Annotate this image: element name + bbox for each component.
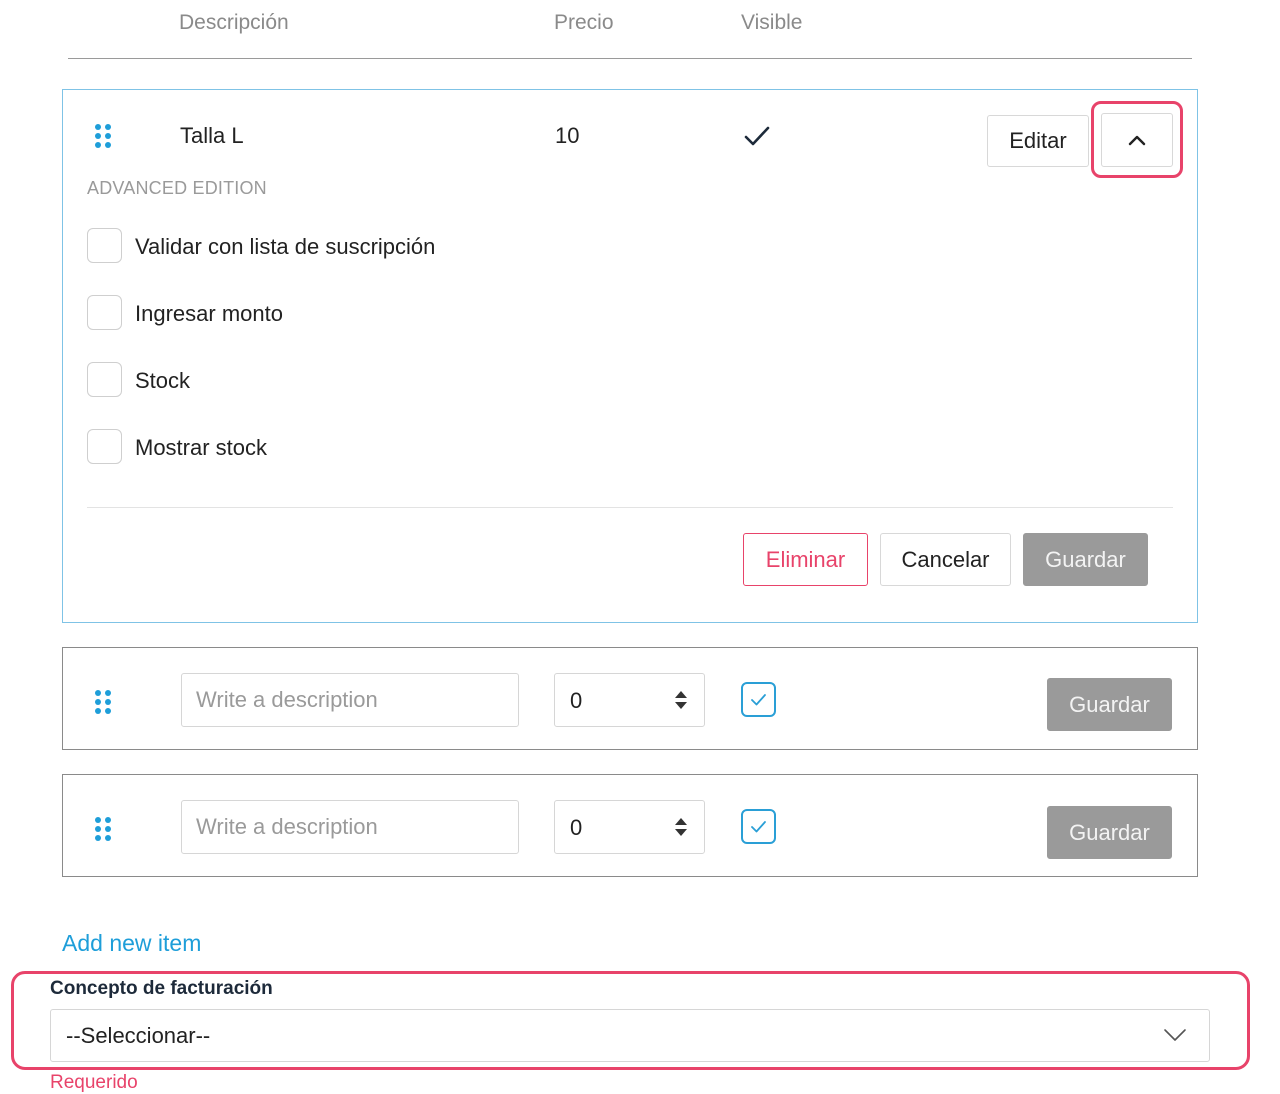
check-icon (751, 694, 766, 706)
option-label: Validar con lista de suscripción (135, 234, 436, 259)
price-stepper[interactable]: 0 (554, 800, 705, 854)
billing-label: Concepto de facturación (50, 978, 273, 999)
billing-select[interactable]: --Seleccionar-- (50, 1009, 1210, 1062)
column-header-price: Precio (554, 11, 614, 34)
drag-handle-icon[interactable] (95, 817, 111, 841)
visible-check-icon (744, 126, 770, 146)
chevron-down-icon (1164, 1029, 1186, 1041)
spinner-icon[interactable] (675, 816, 687, 838)
save-button[interactable]: Guardar (1047, 806, 1172, 859)
visible-checkbox[interactable] (741, 809, 776, 844)
drag-handle-icon[interactable] (95, 124, 111, 148)
save-button[interactable]: Guardar (1047, 678, 1172, 731)
checkbox-stock[interactable] (87, 362, 122, 397)
item-price: 10 (555, 123, 580, 148)
required-error: Requerido (50, 1072, 138, 1093)
price-value: 0 (570, 688, 583, 713)
advanced-edition-title: ADVANCED EDITION (87, 178, 267, 198)
checkbox-show-stock[interactable] (87, 429, 122, 464)
drag-handle-icon[interactable] (95, 690, 111, 714)
price-stepper[interactable]: 0 (554, 673, 705, 727)
save-button[interactable]: Guardar (1023, 533, 1148, 586)
checkbox-validate-subscription[interactable] (87, 228, 122, 263)
price-value: 0 (570, 815, 583, 840)
option-label: Ingresar monto (135, 301, 283, 326)
add-new-item-link[interactable]: Add new item (62, 930, 201, 957)
visible-checkbox[interactable] (741, 682, 776, 717)
collapse-button[interactable] (1101, 113, 1173, 167)
option-label: Mostrar stock (135, 435, 268, 460)
option-label: Stock (135, 368, 191, 393)
chevron-up-icon (1128, 135, 1146, 146)
header-divider (68, 58, 1192, 59)
billing-selected-value: --Seleccionar-- (66, 1023, 211, 1048)
column-header-description: Descripción (179, 11, 289, 34)
spinner-icon[interactable] (675, 689, 687, 711)
description-input[interactable] (181, 800, 519, 854)
cancel-button[interactable]: Cancelar (880, 533, 1011, 586)
description-input[interactable] (181, 673, 519, 727)
column-header-visible: Visible (741, 11, 803, 34)
checkbox-enter-amount[interactable] (87, 295, 122, 330)
check-icon (751, 821, 766, 833)
delete-button[interactable]: Eliminar (743, 533, 868, 586)
advanced-divider (87, 507, 1173, 508)
item-description: Talla L (180, 123, 244, 148)
edit-button[interactable]: Editar (987, 115, 1089, 167)
